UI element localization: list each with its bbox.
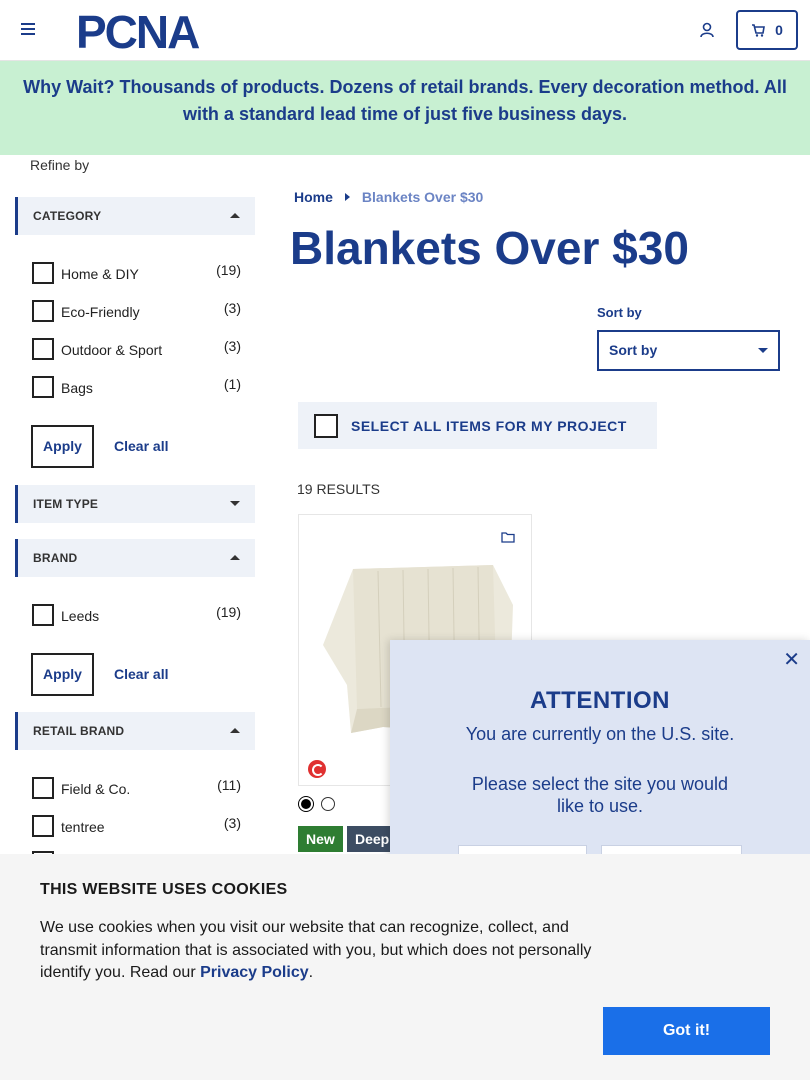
checkbox[interactable] <box>32 300 54 322</box>
select-all-bar[interactable]: SELECT ALL ITEMS FOR MY PROJECT <box>298 402 657 449</box>
cookie-text: We use cookies when you visit our websit… <box>40 917 610 985</box>
cookie-title: THIS WEBSITE USES COOKIES <box>40 881 288 898</box>
checkbox[interactable] <box>32 777 54 799</box>
eco-badge-icon <box>308 760 326 778</box>
filter-label: Home & DIY <box>61 266 139 282</box>
promo-banner: Why Wait? Thousands of products. Dozens … <box>0 61 810 155</box>
facet-brand-header[interactable]: BRAND <box>15 539 255 577</box>
filter-label: Outdoor & Sport <box>61 342 163 358</box>
account-icon[interactable] <box>699 22 715 38</box>
filter-label: Bags <box>61 380 93 396</box>
color-swatch-white[interactable] <box>321 797 335 811</box>
chevron-down-icon <box>758 348 768 353</box>
filter-count: (3) <box>223 338 241 354</box>
filter-label: Eco-Friendly <box>61 304 140 320</box>
filter-count: (11) <box>217 777 241 793</box>
filter-option[interactable]: Field & Co. (11) <box>32 777 244 801</box>
modal-subtitle: You are currently on the U.S. site. <box>465 724 735 744</box>
sort-value: Sort by <box>609 342 658 358</box>
filter-label: tentree <box>61 819 105 835</box>
breadcrumb: Home Blankets Over $30 <box>294 189 483 205</box>
facet-retail-brand-header[interactable]: RETAIL BRAND <box>15 712 255 750</box>
checkbox[interactable] <box>32 262 54 284</box>
privacy-policy-link[interactable]: Privacy Policy <box>200 964 309 981</box>
logo-text: PCNA <box>76 11 199 51</box>
cookie-banner: THIS WEBSITE USES COOKIES We use cookies… <box>0 854 810 1080</box>
folder-icon[interactable] <box>501 531 515 543</box>
cart-button[interactable]: 0 <box>736 10 798 50</box>
sort-select[interactable]: Sort by <box>597 330 780 371</box>
caret-up-icon <box>230 728 240 733</box>
filter-label: Leeds <box>61 608 100 624</box>
apply-button[interactable]: Apply <box>31 425 94 468</box>
facet-title: ITEM TYPE <box>33 497 99 511</box>
filter-option[interactable]: Bags (1) <box>32 376 244 400</box>
cookie-body: We use cookies when you visit our websit… <box>40 919 592 981</box>
select-all-label: SELECT ALL ITEMS FOR MY PROJECT <box>351 418 627 434</box>
filter-option[interactable]: Home & DIY (19) <box>32 262 244 286</box>
filter-label: Field & Co. <box>61 781 131 797</box>
filter-count: (3) <box>223 815 241 831</box>
accept-cookies-button[interactable]: Got it! <box>603 1007 770 1055</box>
filter-count: (19) <box>216 604 241 620</box>
site-header: PCNA 0 <box>0 0 810 61</box>
checkbox[interactable] <box>32 604 54 626</box>
filter-option[interactable]: Outdoor & Sport (3) <box>32 338 244 362</box>
facet-item-type-header[interactable]: ITEM TYPE <box>15 485 255 523</box>
refine-label: Refine by <box>30 157 90 173</box>
cookie-end: . <box>308 964 314 981</box>
new-badge: New <box>298 826 343 852</box>
menu-icon[interactable] <box>21 23 35 35</box>
select-all-checkbox[interactable] <box>314 414 338 438</box>
clear-all-link[interactable]: Clear all <box>114 666 168 682</box>
filter-option[interactable]: Leeds (19) <box>32 604 244 628</box>
filter-count: (19) <box>216 262 241 278</box>
filter-count: (1) <box>223 376 241 392</box>
close-icon[interactable]: ✕ <box>783 647 800 672</box>
cart-icon <box>752 23 766 37</box>
facet-title: RETAIL BRAND <box>33 724 125 738</box>
checkbox[interactable] <box>32 338 54 360</box>
breadcrumb-current: Blankets Over $30 <box>361 189 484 205</box>
filter-count: (3) <box>223 300 241 316</box>
filter-option[interactable]: Eco-Friendly (3) <box>32 300 244 324</box>
results-count: 19 RESULTS <box>297 481 380 497</box>
color-swatch-black[interactable] <box>299 797 313 811</box>
caret-up-icon <box>230 213 240 218</box>
caret-down-icon <box>230 501 240 506</box>
clear-all-link[interactable]: Clear all <box>114 438 168 454</box>
facet-title: BRAND <box>33 551 78 565</box>
apply-button[interactable]: Apply <box>31 653 94 696</box>
pcna-logo[interactable]: PCNA <box>76 11 224 51</box>
breadcrumb-home[interactable]: Home <box>294 189 333 205</box>
sort-label: Sort by <box>597 305 642 320</box>
caret-up-icon <box>230 555 240 560</box>
checkbox[interactable] <box>32 376 54 398</box>
modal-question: Please select the site you would like to… <box>471 774 729 816</box>
filter-option[interactable]: tentree (3) <box>32 815 244 839</box>
facet-category-header[interactable]: CATEGORY <box>15 197 255 235</box>
chevron-right-icon <box>344 193 350 201</box>
facet-title: CATEGORY <box>33 209 102 223</box>
checkbox[interactable] <box>32 815 54 837</box>
modal-title: ATTENTION <box>529 687 671 714</box>
cart-count: 0 <box>775 22 783 38</box>
page-title: Blankets Over $30 <box>290 222 689 274</box>
